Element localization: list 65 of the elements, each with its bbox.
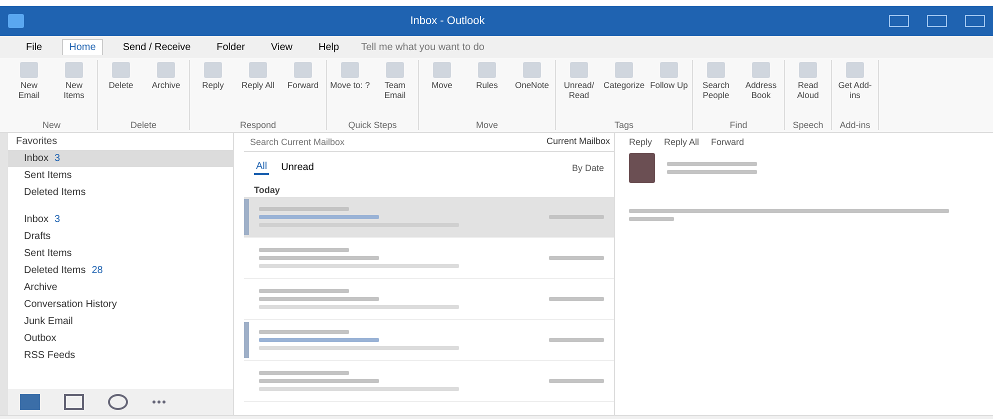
- ribbon-button[interactable]: Team Email: [374, 60, 416, 120]
- folder-item[interactable]: Deleted Items: [8, 184, 233, 201]
- folder-item[interactable]: Sent Items: [8, 245, 233, 262]
- window-title: Inbox - Outlook: [409, 15, 486, 27]
- group-label: Find: [728, 120, 748, 130]
- group-label: Quick Steps: [347, 120, 398, 130]
- more-icon[interactable]: [152, 400, 166, 404]
- folder-item[interactable]: RSS Feeds: [8, 347, 233, 364]
- ribbon-button[interactable]: OneNote: [511, 60, 553, 120]
- ribbon-button[interactable]: Delete: [100, 60, 142, 120]
- folder-item[interactable]: Inbox 3: [8, 211, 233, 228]
- ribbon-button[interactable]: New Items: [53, 60, 95, 120]
- group-label: New: [41, 120, 62, 130]
- ribbon-button[interactable]: Categorize: [603, 60, 645, 120]
- ribbon-tab[interactable]: Send / Receive: [116, 40, 197, 54]
- search-scope[interactable]: Current Mailbox: [546, 136, 610, 148]
- reply-action-button[interactable]: Forward: [711, 137, 744, 147]
- ribbon-button[interactable]: Address Book: [740, 60, 782, 120]
- filter-tab[interactable]: All: [254, 160, 270, 175]
- message-item[interactable]: [244, 197, 614, 238]
- group-label: Delete: [129, 120, 158, 130]
- ribbon-button[interactable]: Move: [421, 60, 463, 120]
- ribbon-button[interactable]: Archive: [145, 60, 187, 120]
- folder-item[interactable]: Sent Items: [8, 167, 233, 184]
- message-item[interactable]: [244, 320, 614, 361]
- group-label: Respond: [238, 120, 278, 130]
- group-label: Add-ins: [838, 120, 872, 130]
- ribbon-button[interactable]: Unread/ Read: [558, 60, 600, 120]
- ribbon-tab[interactable]: File: [20, 40, 48, 54]
- minimize-icon[interactable]: [889, 15, 909, 27]
- close-icon[interactable]: [965, 15, 985, 27]
- ribbon-button[interactable]: Rules: [466, 60, 508, 120]
- group-header: Today: [253, 184, 281, 197]
- ribbon-button[interactable]: Reply: [192, 60, 234, 120]
- ribbon-tab[interactable]: View: [265, 40, 298, 54]
- ribbon-button[interactable]: Search People: [695, 60, 737, 120]
- favorites-header: Favorites: [15, 135, 58, 149]
- folder-item[interactable]: Inbox 3: [8, 150, 233, 167]
- ribbon-tab[interactable]: Folder: [210, 40, 251, 54]
- ribbon-button[interactable]: Forward: [282, 60, 324, 120]
- folder-item[interactable]: Deleted Items 28: [8, 262, 233, 279]
- reply-action-button[interactable]: Reply: [629, 137, 652, 147]
- avatar-photo: [629, 153, 655, 183]
- ribbon-tab[interactable]: Home: [62, 39, 103, 55]
- ribbon-button[interactable]: Read Aloud: [787, 60, 829, 120]
- folder-item[interactable]: Outbox: [8, 330, 233, 347]
- ribbon-tab[interactable]: Help: [312, 40, 346, 54]
- folder-item[interactable]: Drafts: [8, 228, 233, 245]
- ribbon-button[interactable]: Get Add-ins: [834, 60, 876, 120]
- tell-me-field[interactable]: Tell me what you want to do: [359, 40, 534, 54]
- reply-action-button[interactable]: Reply All: [664, 137, 700, 147]
- group-label: Move: [474, 120, 499, 130]
- group-label: Tags: [613, 120, 634, 130]
- ribbon-button[interactable]: New Email: [8, 60, 50, 120]
- ribbon-button[interactable]: Follow Up: [648, 60, 690, 120]
- ribbon-button[interactable]: Reply All: [237, 60, 279, 120]
- filter-tab[interactable]: Unread: [279, 161, 316, 174]
- maximize-icon[interactable]: [927, 15, 947, 27]
- group-label: Speech: [792, 120, 824, 130]
- folder-item[interactable]: Junk Email: [8, 313, 233, 330]
- folder-item[interactable]: Archive: [8, 279, 233, 296]
- folder-item[interactable]: Conversation History: [8, 296, 233, 313]
- sort-dropdown[interactable]: By Date: [572, 162, 604, 172]
- app-icon: [8, 14, 24, 28]
- ribbon-button[interactable]: Move to: ?: [329, 60, 371, 120]
